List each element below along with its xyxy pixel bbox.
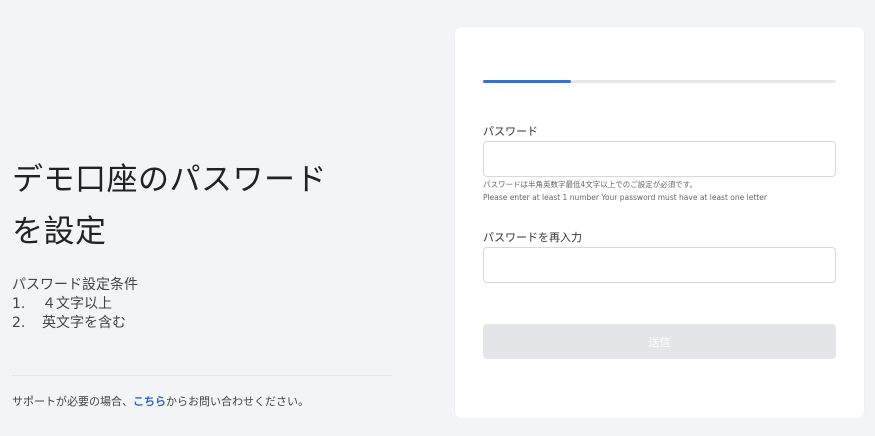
condition-text: 英文字を含む	[42, 315, 126, 331]
condition-item: 1. ４文字以上	[12, 295, 138, 314]
confirm-password-input[interactable]	[483, 247, 836, 283]
password-hint-en: Please enter at least 1 number Your pass…	[483, 193, 767, 202]
conditions-title: パスワード設定条件	[12, 277, 138, 293]
condition-text: ４文字以上	[42, 296, 112, 312]
intro-panel: デモ口座のパスワード を設定 パスワード設定条件 1. ４文字以上 2. 英文字…	[12, 0, 392, 436]
page-title-line-1: デモ口座のパスワード	[12, 162, 327, 198]
support-prefix: サポートが必要の場合、	[12, 395, 133, 408]
password-conditions: パスワード設定条件 1. ４文字以上 2. 英文字を含む	[12, 276, 138, 333]
password-label: パスワード	[483, 125, 538, 138]
condition-number: 1.	[12, 296, 26, 312]
progress-bar	[483, 80, 836, 83]
confirm-password-label: パスワードを再入力	[483, 231, 582, 244]
submit-button[interactable]: 送信	[483, 324, 836, 359]
page-title: デモ口座のパスワード を設定	[12, 154, 392, 258]
password-hint-ja: パスワードは半角英数字最低4文字以上でのご設定が必須です。	[483, 180, 698, 189]
password-form-card: パスワード パスワードは半角英数字最低4文字以上でのご設定が必須です。 Plea…	[455, 27, 864, 418]
conditions-list: 1. ４文字以上 2. 英文字を含む	[12, 295, 138, 333]
password-input[interactable]	[483, 141, 836, 177]
page: デモ口座のパスワード を設定 パスワード設定条件 1. ４文字以上 2. 英文字…	[0, 0, 875, 436]
condition-number: 2.	[12, 315, 26, 331]
divider	[12, 375, 392, 376]
page-title-line-2: を設定	[12, 214, 107, 250]
support-suffix: からお問い合わせください。	[166, 395, 309, 408]
progress-fill	[483, 80, 572, 83]
support-text: サポートが必要の場合、こちらからお問い合わせください。	[12, 393, 309, 409]
condition-item: 2. 英文字を含む	[12, 314, 138, 333]
support-link[interactable]: こちら	[133, 395, 166, 408]
